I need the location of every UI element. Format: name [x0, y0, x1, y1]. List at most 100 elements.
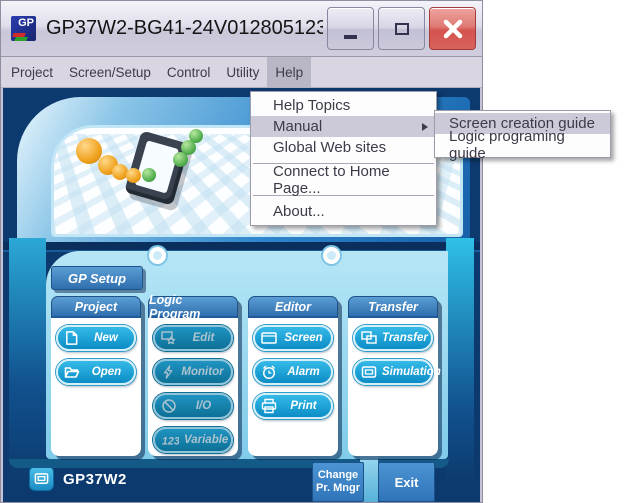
- open-button[interactable]: Open: [56, 359, 136, 385]
- left-gradient-strip: [9, 238, 46, 483]
- menu-item-global-web-sites[interactable]: Global Web sites: [251, 137, 436, 158]
- menu-project[interactable]: Project: [3, 57, 61, 87]
- new-button-label: New: [84, 332, 128, 344]
- change-pr-mngr-label-line2: Pr. Mngr: [316, 482, 360, 495]
- menu-screen-setup-label: Screen/Setup: [69, 65, 151, 80]
- connect-home-page-label: Connect to Home Page...: [273, 163, 428, 197]
- menu-item-manual[interactable]: Manual: [251, 116, 436, 137]
- gp-setup-button[interactable]: GP Setup: [51, 266, 143, 290]
- variable-button-label: Variable: [184, 434, 228, 446]
- submenu-arrow-icon: [422, 123, 428, 131]
- alarm-button-label: Alarm: [282, 366, 325, 378]
- logic-program-card-title: Logic Program: [149, 293, 237, 321]
- app-logo-text: GP: [18, 17, 34, 29]
- editor-card: Editor Screen: [248, 296, 338, 456]
- edit-button-label: Edit: [182, 332, 225, 344]
- variable-button[interactable]: 123 Variable: [153, 427, 233, 453]
- project-card-title: Project: [75, 300, 117, 314]
- project-card: Project New Open: [51, 296, 141, 456]
- close-icon: [442, 18, 464, 40]
- logic-program-card-header: Logic Program: [148, 296, 238, 318]
- menu-control-label: Control: [167, 65, 211, 80]
- app-window: GP GP37W2-BG41-24V0128051236... Project …: [0, 0, 483, 503]
- variable-123-icon: 123: [161, 432, 179, 448]
- menu-item-connect-home-page[interactable]: Connect to Home Page...: [251, 169, 436, 190]
- model-name-label: GP37W2: [63, 471, 127, 488]
- logic-programing-guide-label: Logic programing guide: [449, 128, 602, 162]
- maximize-icon: [395, 23, 409, 35]
- help-dropdown-menu: Help Topics Manual Global Web sites Conn…: [250, 91, 437, 226]
- gp-model-icon: [29, 466, 54, 491]
- simulation-button-label: Simulation: [382, 366, 441, 378]
- open-button-label: Open: [85, 366, 128, 378]
- app-logo-green-bar: [14, 37, 28, 41]
- green-dot-icon: [189, 129, 203, 143]
- alarm-clock-icon: [261, 364, 277, 380]
- transfer-monitors-icon: [361, 330, 377, 346]
- transfer-card-title: Transfer: [368, 300, 418, 314]
- menu-utility-label: Utility: [226, 65, 259, 80]
- gp-setup-label: GP Setup: [68, 271, 126, 286]
- project-card-header: Project: [51, 296, 141, 318]
- menu-help[interactable]: Help: [267, 57, 311, 87]
- menu-screen-setup[interactable]: Screen/Setup: [61, 57, 159, 87]
- minimize-icon: [344, 35, 357, 39]
- global-web-sites-label: Global Web sites: [273, 139, 386, 156]
- transfer-button[interactable]: Transfer: [353, 325, 433, 351]
- screen-window-icon: [261, 330, 277, 346]
- titlebar[interactable]: GP GP37W2-BG41-24V0128051236...: [1, 1, 482, 57]
- transfer-button-label: Transfer: [382, 332, 428, 344]
- simulation-screen-icon: [361, 364, 377, 380]
- app-logo-icon: GP: [11, 16, 36, 41]
- monitor-button[interactable]: Monitor: [153, 359, 233, 385]
- alarm-button[interactable]: Alarm: [253, 359, 333, 385]
- edit-screen-star-icon: [161, 330, 177, 346]
- help-topics-label: Help Topics: [273, 97, 350, 114]
- print-icon: [261, 398, 277, 414]
- maximize-button[interactable]: [378, 7, 425, 50]
- change-pr-mngr-button[interactable]: Change Pr. Mngr: [312, 462, 364, 502]
- new-button[interactable]: New: [56, 325, 136, 351]
- print-button[interactable]: Print: [253, 393, 333, 419]
- io-button[interactable]: I/O: [153, 393, 233, 419]
- ring-ornament-icon: [149, 247, 166, 264]
- screen-button[interactable]: Screen: [253, 325, 333, 351]
- minimize-button[interactable]: [327, 7, 374, 50]
- screen-button-label: Screen: [282, 332, 325, 344]
- monitor-icon: [34, 471, 49, 486]
- transfer-card: Transfer Transfer: [348, 296, 438, 456]
- menubar: Project Screen/Setup Control Utility Hel…: [1, 57, 482, 88]
- lightning-icon: [161, 364, 175, 380]
- window-title: GP37W2-BG41-24V0128051236...: [40, 17, 323, 40]
- close-button[interactable]: [429, 7, 476, 50]
- menu-help-label: Help: [275, 65, 303, 80]
- monitor-button-label: Monitor: [180, 366, 225, 378]
- right-gradient-strip: [446, 238, 474, 483]
- new-document-icon: [64, 330, 79, 346]
- no-entry-icon: [161, 398, 177, 414]
- exit-button-label: Exit: [395, 475, 419, 490]
- hmi-screen-graphic: [135, 140, 179, 193]
- edit-button[interactable]: Edit: [153, 325, 233, 351]
- open-folder-icon: [64, 364, 80, 380]
- menu-utility[interactable]: Utility: [218, 57, 267, 87]
- manual-submenu: Screen creation guide Logic programing g…: [434, 110, 611, 158]
- menu-item-about[interactable]: About...: [251, 201, 436, 222]
- ring-ornament-icon: [323, 247, 340, 264]
- menu-control[interactable]: Control: [159, 57, 219, 87]
- orange-dot-icon: [126, 168, 141, 183]
- io-button-label: I/O: [182, 400, 225, 412]
- transfer-card-header: Transfer: [348, 296, 438, 318]
- green-dot-icon: [142, 168, 156, 182]
- exit-button[interactable]: Exit: [378, 462, 435, 502]
- simulation-button[interactable]: Simulation: [353, 359, 433, 385]
- svg-text:123: 123: [162, 436, 179, 448]
- manual-label: Manual: [273, 118, 322, 135]
- print-button-label: Print: [282, 400, 325, 412]
- submenu-item-logic-programing-guide[interactable]: Logic programing guide: [435, 134, 610, 155]
- menu-project-label: Project: [11, 65, 53, 80]
- logic-program-card: Logic Program Edit Monitor: [148, 296, 238, 456]
- screen: GP GP37W2-BG41-24V0128051236... Project …: [0, 0, 641, 503]
- editor-card-title: Editor: [275, 300, 311, 314]
- menu-item-help-topics[interactable]: Help Topics: [251, 95, 436, 116]
